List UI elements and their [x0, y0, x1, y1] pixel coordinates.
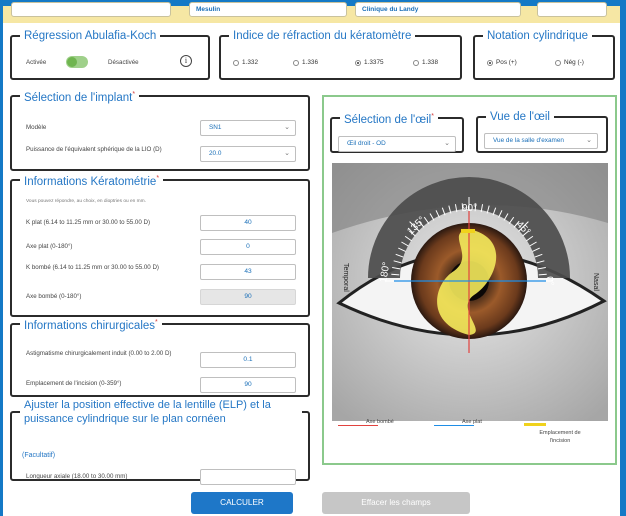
tick-label-0: 0°: [543, 276, 555, 287]
eye-select[interactable]: Œil droit - OD ⌄: [338, 135, 456, 152]
axial-length-label: Longueur axiale (18.00 to 30.00 mm): [26, 473, 128, 480]
top-field-clinic[interactable]: Clinique du Landy: [355, 2, 521, 17]
top-field-extra[interactable]: [537, 2, 607, 17]
chevron-down-icon: ⌄: [586, 137, 592, 144]
surgical-section: Informations chirurgicales* Astigmatisme…: [10, 317, 310, 397]
protractor-tick: [538, 273, 547, 276]
refraction-title: Indice de réfraction du kératomètre: [233, 30, 412, 42]
chevron-down-icon: ⌄: [444, 139, 450, 147]
legend-steep-label: Axe bombé: [366, 419, 394, 425]
legend-incision-label: Emplacement de l'incision: [539, 430, 581, 444]
legend-flat-label: Axe plat: [462, 419, 482, 425]
protractor-tick: [391, 273, 400, 276]
refraction-section: Indice de réfraction du kératomètre 1.33…: [219, 30, 462, 80]
eye-view-section: Vue de l'œil Vue de la salle d'examen ⌄: [476, 111, 608, 153]
elp-section: Ajuster la position effective de la lent…: [10, 398, 310, 485]
keratometry-section: Informations Kératométrie* Vous pouvez r…: [10, 173, 310, 317]
calculate-button[interactable]: CALCULER: [191, 492, 293, 514]
top-strip: Mesulin Clinique du Landy: [3, 2, 620, 23]
power-label: Puissance de l'équivalent sphérique de l…: [26, 145, 162, 153]
sia-input[interactable]: 0.1: [200, 351, 296, 368]
implant-title: Sélection de l'implant*: [24, 91, 136, 104]
regression-section: Régression Abulafia-Koch Activée Désacti…: [10, 30, 210, 80]
tick-label-90: 90°: [462, 203, 477, 214]
flat-axis-label: Axe plat (0-180°): [26, 242, 73, 250]
eye-view-title: Vue de l'œil: [490, 111, 550, 123]
axial-length-input[interactable]: [200, 469, 296, 485]
regression-on-label: Activée: [26, 59, 47, 66]
power-select[interactable]: 20.0 ⌄: [200, 145, 296, 162]
k-steep-input[interactable]: 43: [200, 263, 296, 280]
elp-title: Ajuster la position effective de la lent…: [24, 399, 271, 425]
eye-select-title: Sélection de l'œil*: [344, 113, 434, 126]
elp-optional-label: (Facultatif): [22, 452, 56, 459]
flat-axis-input[interactable]: 0: [200, 238, 296, 255]
k-steep-label: K bombé (6.14 to 11.25 mm or 30.00 to 55…: [26, 263, 159, 271]
model-select[interactable]: SN1 ⌄: [200, 119, 296, 136]
incision-marker: [461, 229, 475, 233]
cyl-option-pos[interactable]: Pos (+): [487, 59, 517, 66]
implant-section: Sélection de l'implant* Modèle SN1 ⌄ Puis…: [10, 89, 310, 171]
chevron-down-icon: ⌄: [284, 123, 290, 131]
nasal-label: Nasal: [592, 273, 599, 291]
steep-axis-label: Axe bombé (0-180°): [26, 292, 82, 300]
refraction-option-1338[interactable]: 1.338: [413, 59, 438, 66]
cyl-option-neg[interactable]: Nég (-): [555, 59, 584, 66]
eye-select-section: Sélection de l'œil* Œil droit - OD ⌄: [330, 111, 464, 153]
temporal-label: Temporal: [342, 263, 349, 292]
sia-label: Astigmatisme chirurgicalement induit (0.…: [26, 349, 172, 357]
keratometry-title: Informations Kératométrie*: [24, 175, 160, 188]
incision-input[interactable]: 90: [200, 376, 296, 393]
steep-axis-readonly: 90: [200, 288, 296, 305]
surgical-title: Informations chirurgicales*: [24, 319, 158, 332]
info-circle-icon[interactable]: i: [180, 55, 192, 67]
model-label: Modèle: [26, 123, 47, 131]
eye-view-select[interactable]: Vue de la salle d'examen ⌄: [484, 133, 598, 149]
k-flat-input[interactable]: 40: [200, 214, 296, 231]
top-field-surgeon[interactable]: Mesulin: [189, 2, 347, 17]
legend-incision-swatch: [524, 423, 546, 426]
incision-label: Emplacement de l'incision (0-359°): [26, 379, 122, 387]
k-flat-label: K plat (6.14 to 11.25 mm or 30.00 to 55.…: [26, 218, 151, 226]
calculator-form: Mesulin Clinique du Landy Régression Abu…: [3, 2, 620, 516]
cyl-notation-section: Notation cylindrique Pos (+) Nég (-): [473, 30, 615, 80]
top-field-blank[interactable]: [11, 2, 171, 17]
clear-fields-button[interactable]: Effacer les champs: [322, 492, 470, 514]
regression-title: Régression Abulafia-Koch: [24, 30, 157, 42]
eye-panel: Sélection de l'œil* Œil droit - OD ⌄ Vue …: [322, 95, 617, 465]
cyl-notation-title: Notation cylindrique: [487, 30, 589, 42]
refraction-option-13375[interactable]: 1.3375: [355, 59, 384, 66]
keratometry-note: Vous pouvez répondre, au choix, en diopt…: [26, 198, 146, 204]
refraction-option-1332[interactable]: 1.332: [233, 59, 258, 66]
refraction-option-1336[interactable]: 1.336: [293, 59, 318, 66]
regression-off-label: Désactivée: [108, 59, 139, 66]
regression-toggle[interactable]: [66, 56, 88, 68]
chevron-down-icon: ⌄: [284, 149, 290, 157]
